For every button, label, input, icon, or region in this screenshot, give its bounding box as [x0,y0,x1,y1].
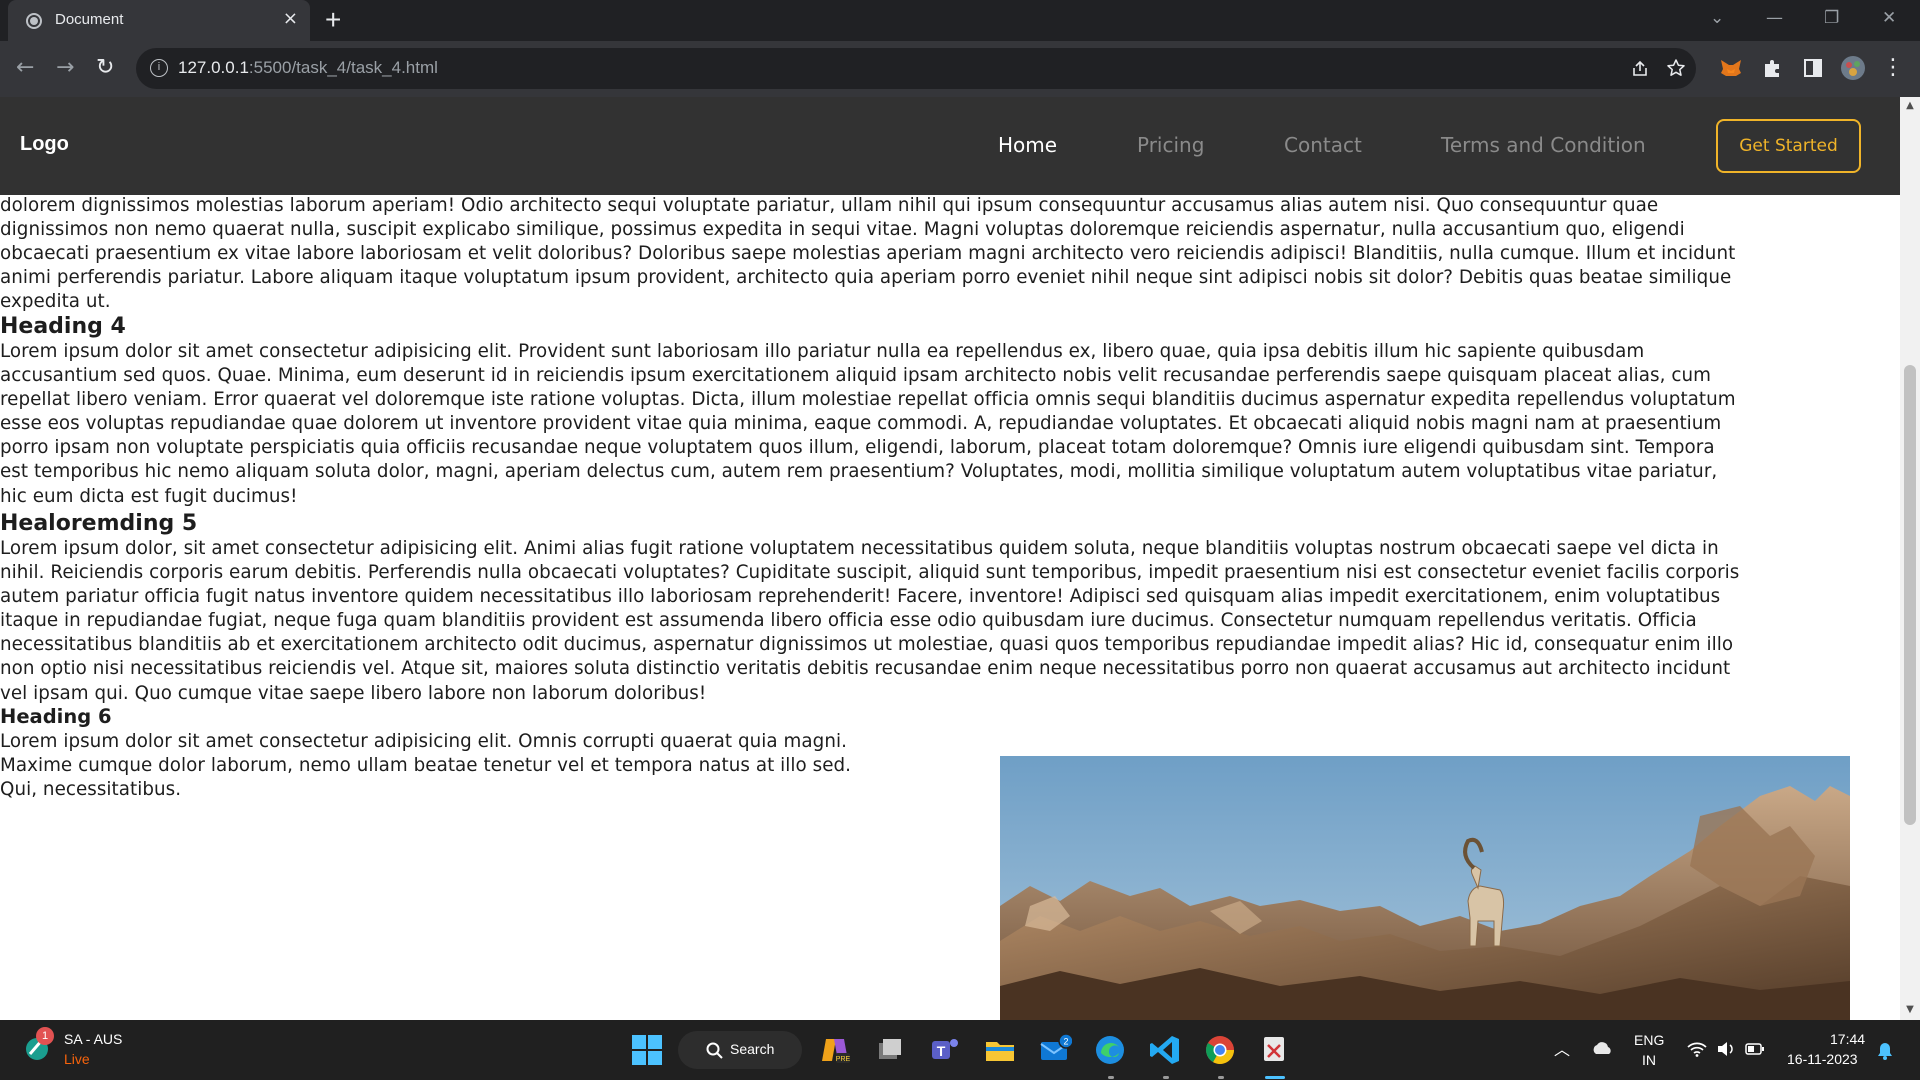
running-indicator [1163,1076,1169,1079]
running-indicator [1108,1076,1114,1079]
scrollbar-thumb[interactable] [1904,365,1916,825]
nav-link-home[interactable]: Home [998,133,1057,157]
teams-icon[interactable]: T [928,1033,962,1067]
metamask-fox-icon[interactable] [1718,55,1744,81]
svg-text:T: T [937,1043,946,1059]
back-icon[interactable]: ← [16,55,34,81]
onedrive-cloud-icon[interactable] [1590,1040,1614,1056]
svg-text:PRE: PRE [836,1056,851,1063]
site-logo[interactable]: Logo [20,133,69,156]
tab-title: Document [55,11,124,28]
language-indicator[interactable]: ENG [1634,1032,1664,1048]
tab-document[interactable]: Document × [8,0,310,41]
paragraph-5: Lorem ipsum dolor, sit amet consectetur … [0,538,1740,704]
close-window-icon[interactable]: ✕ [1882,6,1896,30]
nav-link-pricing[interactable]: Pricing [1137,133,1204,157]
file-explorer-icon[interactable] [983,1033,1017,1067]
battery-icon[interactable] [1745,1042,1765,1056]
notification-badge: 1 [36,1027,54,1045]
clock-time[interactable]: 17:44 [1830,1031,1865,1047]
clock-date[interactable]: 16-11-2023 [1787,1051,1858,1067]
snipping-tool-icon[interactable] [1258,1033,1292,1067]
tray-overflow-chevron-icon[interactable]: ︿ [1554,1036,1570,1060]
mail-badge: 2 [1063,1037,1068,1047]
tab-close-icon[interactable]: × [283,9,298,29]
globe-icon [26,13,42,29]
widget-status[interactable]: Live [64,1051,90,1067]
minimize-icon[interactable]: — [1766,6,1783,30]
chrome-icon[interactable] [1203,1033,1237,1067]
side-panel-icon[interactable] [1800,55,1826,81]
task-view-icon[interactable] [873,1033,907,1067]
restore-icon[interactable]: ❐ [1824,6,1839,30]
url-text[interactable]: 127.0.0.1:5500/task_4/task_4.html [178,58,438,78]
get-started-button[interactable]: Get Started [1716,119,1861,173]
edge-icon[interactable] [1093,1033,1127,1067]
browser-toolbar: ← → ↻ i 127.0.0.1:5500/task_4/task_4.htm… [0,41,1920,97]
bookmark-star-icon[interactable] [1666,58,1686,78]
windows-taskbar: 1 SA - AUS Live Search PRE T 2 ︿ ENG IN … [0,1020,1920,1080]
reload-icon[interactable]: ↻ [96,55,114,81]
start-icon[interactable] [630,1033,664,1067]
page-content: dolorem dignissimos molestias laborum ap… [0,195,1900,1020]
vscode-icon[interactable] [1148,1033,1182,1067]
paragraph-4: Lorem ipsum dolor sit amet consectetur a… [0,341,1736,507]
paragraph-6: Lorem ipsum dolor sit amet consectetur a… [0,731,852,801]
browser-tabstrip: Document × + ⌄ — ❐ ✕ [0,0,1920,41]
forward-icon[interactable]: → [56,55,74,81]
nav-link-terms[interactable]: Terms and Condition [1441,133,1646,157]
heading-4: Heading 4 [0,314,126,339]
scroll-up-icon[interactable]: ▲ [1904,100,1916,111]
share-icon[interactable] [1630,59,1650,79]
tab-search-icon[interactable]: ⌄ [1710,6,1724,30]
volume-icon[interactable] [1716,1040,1736,1058]
running-indicator [1218,1076,1224,1079]
language-region[interactable]: IN [1642,1052,1656,1068]
notification-bell-icon[interactable] [1876,1041,1894,1061]
menu-kebab-icon[interactable]: ⋮ [1880,55,1906,81]
active-app-indicator [1265,1076,1285,1079]
paragraph-intro: dolorem dignissimos molestias laborum ap… [0,195,1736,313]
new-tab-button[interactable]: + [325,5,341,35]
scroll-down-icon[interactable]: ▼ [1904,1004,1916,1015]
extensions-puzzle-icon[interactable] [1760,55,1786,81]
copilot-icon[interactable]: PRE [818,1033,852,1067]
site-info-icon[interactable]: i [150,59,168,77]
nav-link-contact[interactable]: Contact [1284,133,1362,157]
ibex-photo [1000,756,1850,1020]
address-bar[interactable]: i 127.0.0.1:5500/task_4/task_4.html [136,48,1696,89]
profile-avatar-icon[interactable] [1840,55,1866,81]
site-navbar: Logo Home Pricing Contact Terms and Cond… [0,97,1900,195]
widget-title[interactable]: SA - AUS [64,1031,122,1047]
heading-5: Healoremding 5 [0,511,198,536]
wifi-icon[interactable] [1687,1041,1707,1057]
heading-6: Heading 6 [0,705,112,728]
search-icon [706,1042,723,1059]
taskbar-search[interactable]: Search [678,1031,802,1069]
mail-icon[interactable]: 2 [1038,1033,1072,1067]
